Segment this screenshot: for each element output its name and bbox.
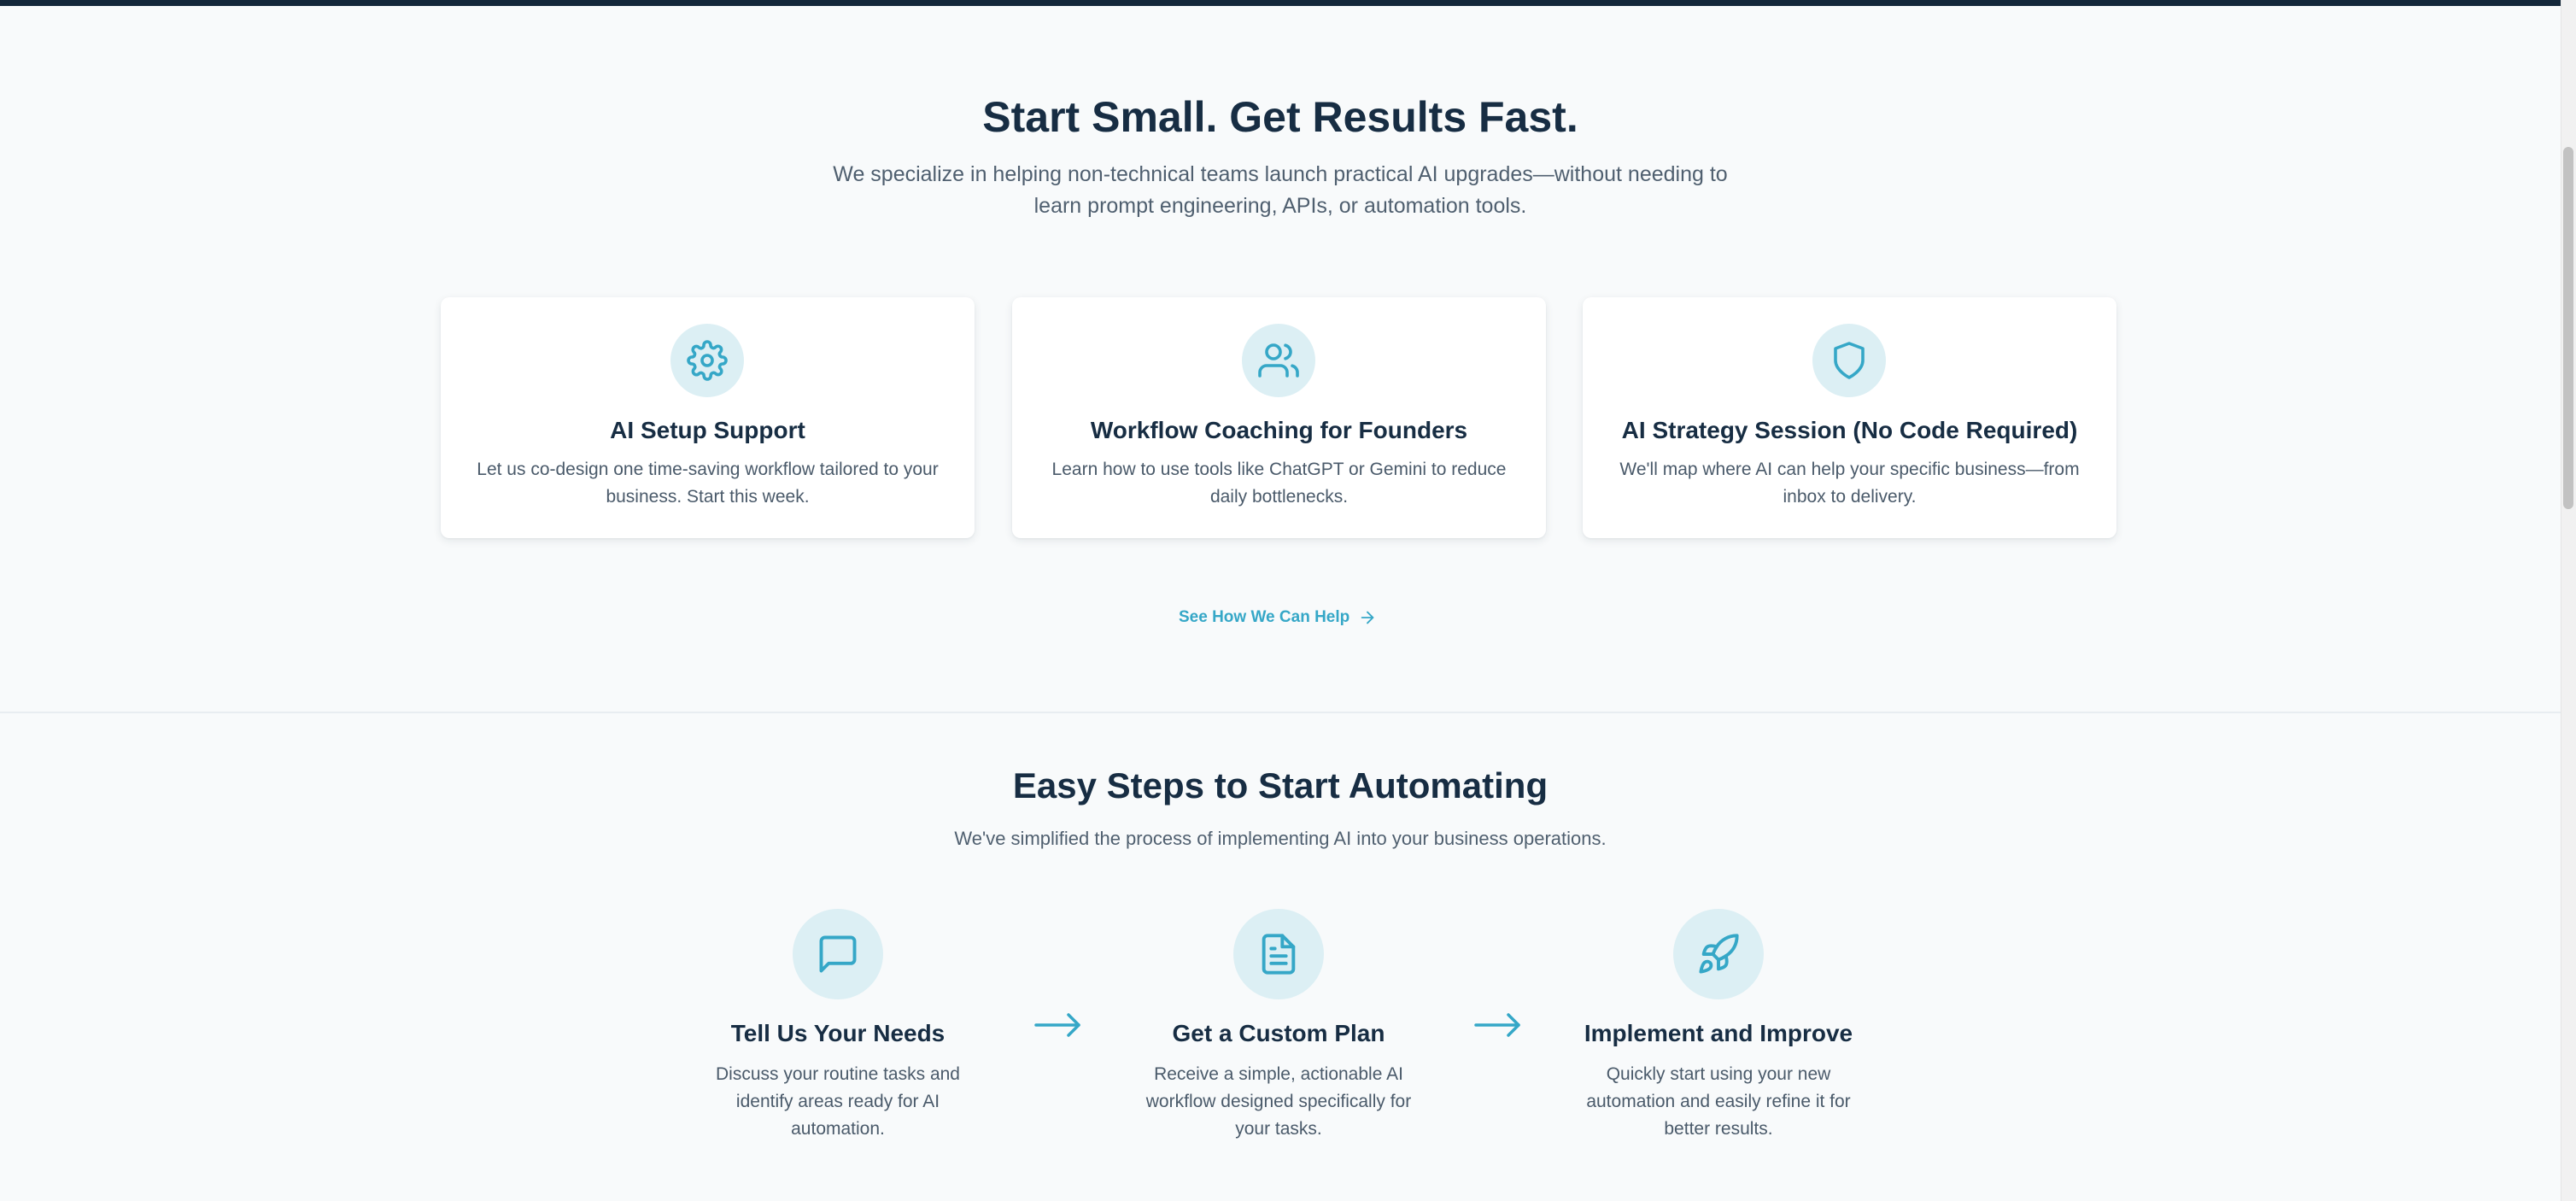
step-title: Tell Us Your Needs (730, 1020, 946, 1046)
step-get-a-custom-plan: Get a Custom Plan Receive a simple, acti… (1125, 909, 1432, 1157)
rocket-icon (1699, 934, 1739, 974)
service-description: Learn how to use tools like ChatGPT or G… (1051, 460, 1507, 507)
see-how-we-can-help-link[interactable]: See How We Can Help (1179, 605, 1377, 630)
step-description: Discuss your routine tasks and identify … (716, 1064, 960, 1139)
step-icon-circle (793, 909, 883, 999)
hero-subtitle: We specialize in helping non-technical t… (833, 162, 1728, 218)
service-title: AI Setup Support (610, 417, 805, 443)
service-icon-circle (1812, 324, 1886, 397)
scrollbar-track[interactable] (2561, 0, 2576, 1201)
step-description: Receive a simple, actionable AI workflow… (1145, 1064, 1412, 1139)
chat-bubble-icon (819, 935, 857, 973)
main-content: Start Small. Get Results Fast. We specia… (0, 0, 2561, 1201)
service-title: AI Strategy Session (No Code Required) (1621, 417, 2078, 443)
hero-title: Start Small. Get Results Fast. (982, 93, 1578, 141)
arrow-right-icon (1474, 1013, 1520, 1037)
steps-section-subtitle: We've simplified the process of implemen… (954, 828, 1607, 849)
step-arrow-2 (1472, 1008, 1524, 1042)
service-icon-circle (670, 324, 744, 397)
document-icon (1262, 934, 1296, 975)
steps-section-title: Easy Steps to Start Automating (1012, 765, 1549, 806)
step-arrow-1 (1033, 1008, 1084, 1042)
help-link-label: See How We Can Help (1179, 608, 1350, 626)
arrow-right-icon (1034, 1013, 1080, 1037)
step-icon-circle (1233, 909, 1324, 999)
scrollbar-thumb[interactable] (2563, 147, 2573, 509)
step-icon-circle (1673, 909, 1764, 999)
service-card-ai-strategy: AI Strategy Session (No Code Required) W… (1583, 297, 2116, 538)
users-icon (1258, 343, 1299, 378)
step-description: Quickly start using your new automation … (1586, 1064, 1851, 1139)
service-title: Workflow Coaching for Founders (1090, 417, 1468, 443)
step-title: Get a Custom Plan (1172, 1020, 1385, 1046)
section-divider (0, 712, 2561, 713)
service-card-ai-setup: AI Setup Support Let us co-design one ti… (441, 297, 975, 538)
gear-icon (687, 340, 728, 381)
arrow-right-icon (1361, 611, 1374, 624)
step-title: Implement and Improve (1584, 1020, 1853, 1046)
step-implement-and-improve: Implement and Improve Quickly start usin… (1565, 909, 1872, 1157)
service-icon-circle (1242, 324, 1315, 397)
service-description: We'll map where AI can help your specifi… (1619, 460, 2080, 507)
service-card-workflow-coaching: Workflow Coaching for Founders Learn how… (1012, 297, 1546, 538)
shield-icon (1834, 342, 1865, 379)
step-tell-us-your-needs: Tell Us Your Needs Discuss your routine … (684, 909, 992, 1157)
page: Start Small. Get Results Fast. We specia… (0, 0, 2576, 1201)
service-description: Let us co-design one time-saving workflo… (477, 460, 939, 507)
